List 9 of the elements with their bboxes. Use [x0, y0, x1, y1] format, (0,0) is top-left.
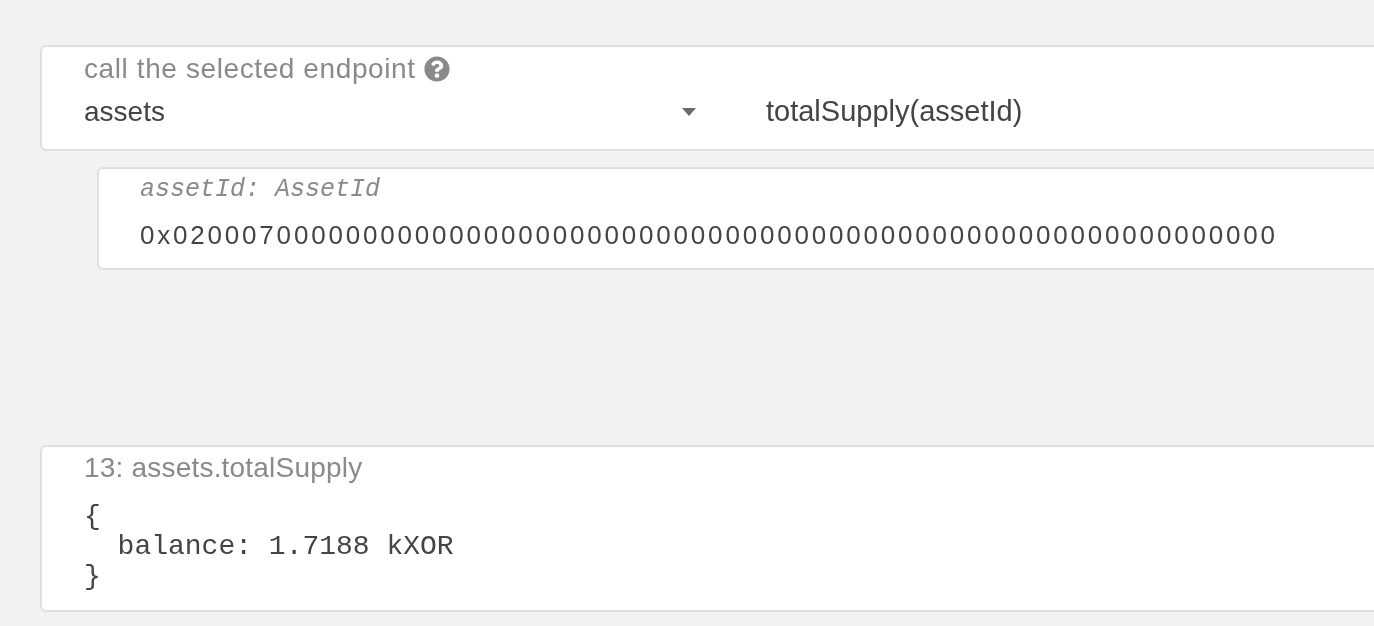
asset-id-input[interactable]: 0x0200070000000000000000000000000000000000000000000000000000000000: [140, 216, 1278, 254]
result-title: 13: assets.totalSupply: [84, 453, 363, 483]
method-dropdown[interactable]: totalSupply(assetId): [766, 92, 1023, 132]
result-output: { balance: 1.7188 kXOR }: [84, 502, 454, 592]
caret-icon: [682, 108, 696, 116]
section-dropdown[interactable]: assets: [84, 92, 720, 132]
help-icon[interactable]: [423, 56, 450, 82]
param-label: assetId: AssetId: [140, 175, 381, 205]
endpoint-label: call the selected endpoint: [84, 54, 416, 84]
